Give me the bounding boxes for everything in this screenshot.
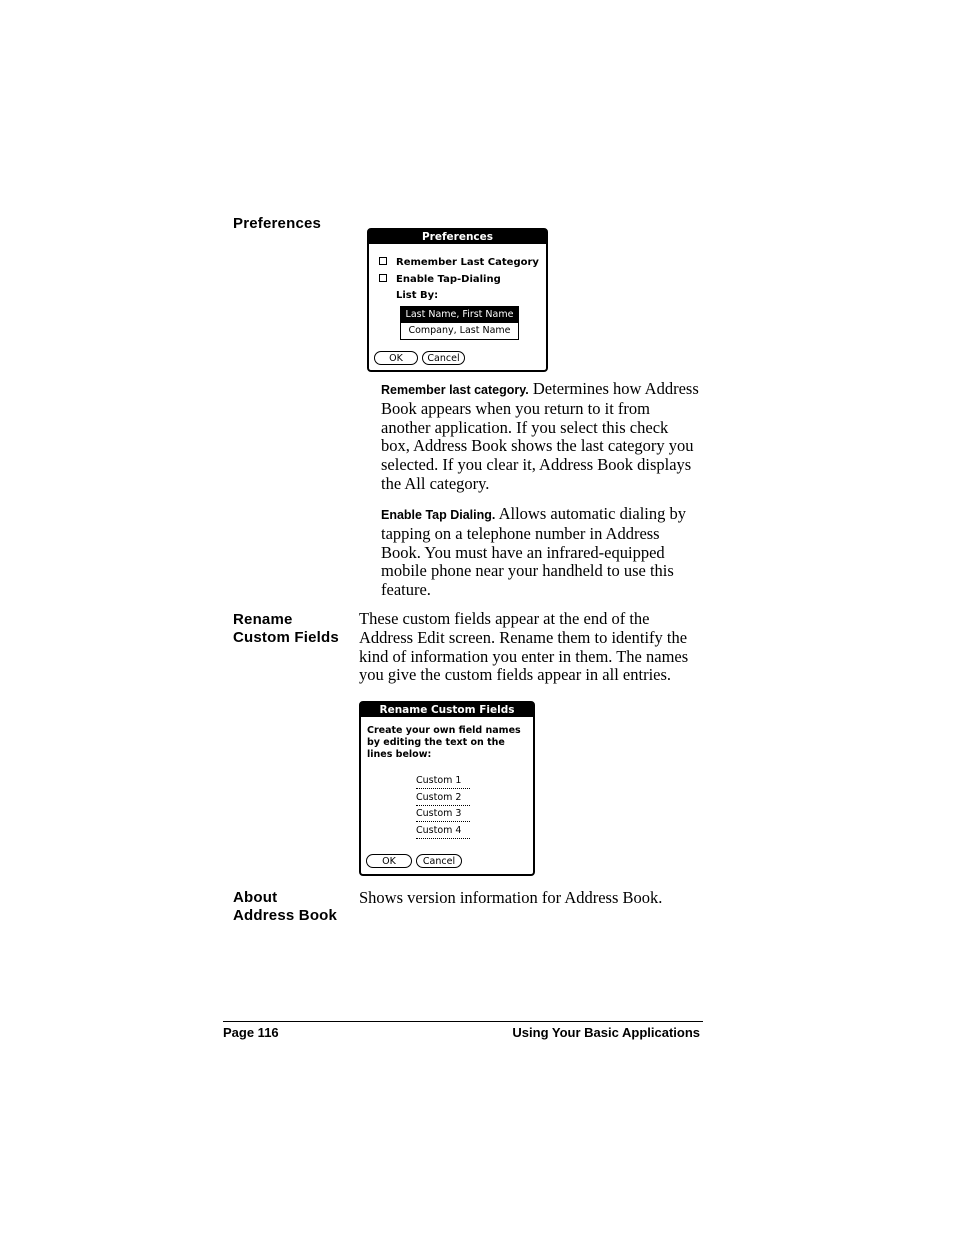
- preferences-dialog: Preferences Remember Last Category Enabl…: [367, 228, 548, 372]
- custom-field-2[interactable]: Custom 2: [416, 792, 470, 806]
- description-lead: Enable Tap Dialing.: [381, 508, 496, 522]
- custom-field-3[interactable]: Custom 3: [416, 808, 470, 822]
- term-line: Address Book: [233, 907, 338, 924]
- chapter-title: Using Your Basic Applications: [512, 1025, 700, 1040]
- description-remember-last-category: Remember last category. Determines how A…: [381, 379, 701, 494]
- rename-custom-fields-dialog: Rename Custom Fields Create your own fie…: [359, 701, 535, 876]
- custom-field-1[interactable]: Custom 1: [416, 775, 470, 789]
- term-rename-custom-fields: Rename Custom Fields: [233, 611, 339, 647]
- dialog-title: Rename Custom Fields: [361, 703, 533, 717]
- list-by-label: List By:: [396, 290, 439, 301]
- term-line: About: [233, 889, 278, 906]
- checkbox-remember-last-category[interactable]: Remember Last Category: [379, 252, 539, 270]
- checkbox-icon[interactable]: [379, 274, 387, 282]
- list-option-last-first[interactable]: Last Name, First Name: [401, 307, 518, 323]
- list-by-listbox: Last Name, First Name Company, Last Name: [400, 306, 519, 340]
- description-enable-tap-dialing: Enable Tap Dialing. Allows automatic dia…: [381, 504, 701, 600]
- ok-button[interactable]: OK: [374, 351, 418, 365]
- term-about-address-book: About Address Book: [233, 889, 337, 925]
- about-description: Shows version information for Address Bo…: [359, 888, 663, 907]
- rename-description: These custom fields appear at the end of…: [359, 609, 689, 685]
- checkbox-label: Enable Tap-Dialing: [396, 274, 501, 285]
- checkbox-label: Remember Last Category: [396, 257, 539, 268]
- term-line: Rename: [233, 611, 293, 628]
- cancel-button[interactable]: Cancel: [422, 351, 465, 365]
- custom-field-4[interactable]: Custom 4: [416, 825, 470, 839]
- dialog-title: Preferences: [369, 230, 546, 244]
- ok-button[interactable]: OK: [366, 854, 412, 868]
- cancel-button[interactable]: Cancel: [416, 854, 462, 868]
- term-line: Custom Fields: [233, 629, 339, 646]
- page-number: Page 116: [223, 1025, 279, 1040]
- checkbox-icon[interactable]: [379, 257, 387, 265]
- description-lead: Remember last category.: [381, 383, 529, 397]
- footer-rule: [223, 1021, 703, 1022]
- list-option-company-last[interactable]: Company, Last Name: [401, 323, 518, 339]
- dialog-instructions: Create your own field names by editing t…: [367, 725, 521, 760]
- term-preferences: Preferences: [233, 215, 322, 232]
- checkbox-enable-tap-dialing[interactable]: Enable Tap-Dialing: [379, 269, 501, 287]
